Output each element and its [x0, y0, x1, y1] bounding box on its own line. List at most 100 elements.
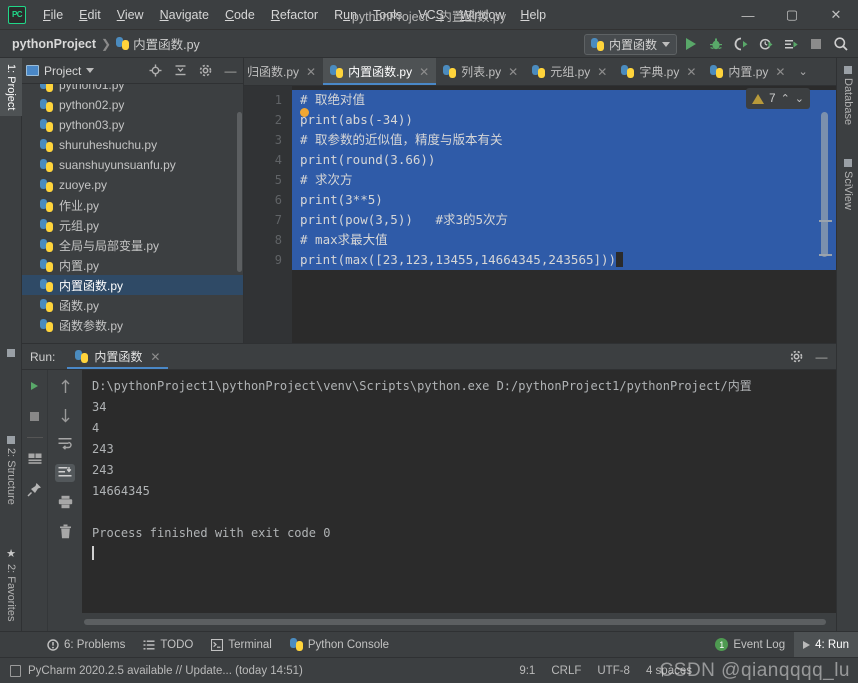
- prev-problem-chevron-up-icon[interactable]: ⌃: [781, 92, 790, 105]
- menu-navigate[interactable]: Navigate: [153, 5, 216, 25]
- editor-tab[interactable]: 列表.py ✕: [436, 58, 525, 85]
- bottom-tab-problems[interactable]: 6: Problems: [38, 632, 134, 658]
- bottom-tab-event-log[interactable]: 1 Event Log: [706, 632, 794, 658]
- tab-overflow-chevron-down-icon[interactable]: ⌄: [792, 58, 813, 85]
- minimize-button[interactable]: —: [726, 0, 770, 30]
- editor-tab[interactable]: 内置.py ✕: [703, 58, 792, 85]
- close-icon[interactable]: ✕: [306, 65, 316, 79]
- stop-button[interactable]: [25, 407, 45, 425]
- intention-bulb-icon[interactable]: [300, 108, 309, 117]
- project-file-tree[interactable]: python01.py python02.py python03.py shur…: [22, 84, 243, 343]
- sidebar-tab-database[interactable]: Database: [837, 60, 858, 131]
- menu-window[interactable]: Window: [453, 5, 511, 25]
- run-configuration-selector[interactable]: 内置函数: [584, 34, 677, 55]
- sidebar-tab-structure[interactable]: 2: Structure: [0, 430, 22, 511]
- tree-item[interactable]: 元组.py: [22, 215, 243, 235]
- run-button[interactable]: [680, 33, 702, 55]
- sidebar-tab-favorites[interactable]: ★ 2: Favorites: [0, 541, 22, 627]
- tree-item[interactable]: suanshuyunsuanfu.py: [22, 155, 243, 175]
- status-message[interactable]: PyCharm 2020.2.5 available // Update... …: [28, 665, 303, 677]
- close-icon[interactable]: ✕: [419, 65, 429, 79]
- soft-wrap-icon[interactable]: [55, 435, 75, 453]
- menu-edit[interactable]: Edit: [72, 5, 108, 25]
- tree-item[interactable]: 作业.py: [22, 195, 243, 215]
- menu-tools[interactable]: Tools: [366, 5, 409, 25]
- run-profiler-button[interactable]: [755, 33, 777, 55]
- stop-button[interactable]: [805, 33, 827, 55]
- caret-position[interactable]: 9:1: [519, 665, 535, 677]
- gear-icon[interactable]: [197, 62, 214, 79]
- tree-item[interactable]: python01.py: [22, 84, 243, 95]
- menu-vcs[interactable]: VCS: [411, 5, 451, 25]
- editor-scrollbar[interactable]: [821, 112, 828, 257]
- console-horizontal-scrollbar[interactable]: [84, 619, 826, 625]
- clear-all-trash-icon[interactable]: [55, 522, 75, 540]
- pin-tab-button[interactable]: [25, 480, 45, 498]
- menu-run[interactable]: Run: [327, 5, 364, 25]
- down-stacktrace-icon[interactable]: [55, 406, 75, 424]
- sidebar-tab-project[interactable]: 1: Project: [0, 58, 22, 116]
- tree-item[interactable]: python03.py: [22, 115, 243, 135]
- editor-error-stripe-mark[interactable]: [819, 254, 832, 256]
- run-console-output[interactable]: D:\pythonProject1\pythonProject\venv\Scr…: [82, 370, 836, 613]
- tree-item[interactable]: 函数参数.py: [22, 315, 243, 335]
- debug-button[interactable]: [705, 33, 727, 55]
- tree-item[interactable]: zuoye.py: [22, 175, 243, 195]
- inspection-widget[interactable]: 7 ⌃ ⌄: [746, 88, 810, 109]
- indent-setting[interactable]: 4 spaces: [646, 665, 692, 677]
- editor-tab[interactable]: 元组.py ✕: [525, 58, 614, 85]
- tree-item[interactable]: 函数.py: [22, 295, 243, 315]
- project-tree-scrollbar[interactable]: [237, 112, 242, 272]
- file-encoding[interactable]: UTF-8: [597, 665, 630, 677]
- sidebar-tab-sciview[interactable]: SciView: [837, 153, 858, 216]
- menu-code[interactable]: Code: [218, 5, 262, 25]
- tree-item[interactable]: python02.py: [22, 95, 243, 115]
- code-editor[interactable]: 1 2 3 4 5 6 7 8 9 # 取绝对值 print(abs(-34))…: [244, 86, 836, 343]
- editor-code-area[interactable]: # 取绝对值 print(abs(-34)) # 取参数的近似值，精度与版本有关…: [292, 86, 836, 343]
- collapse-all-icon[interactable]: [172, 62, 189, 79]
- tree-item[interactable]: 内置.py: [22, 255, 243, 275]
- close-icon[interactable]: ✕: [775, 65, 785, 79]
- bottom-tab-terminal[interactable]: Terminal: [202, 632, 280, 658]
- hide-panel-icon[interactable]: —: [222, 62, 239, 79]
- editor-error-stripe-mark[interactable]: [819, 220, 832, 222]
- breadcrumb-project[interactable]: pythonProject: [12, 37, 96, 51]
- tree-item[interactable]: 全局与局部变量.py: [22, 235, 243, 255]
- project-panel-title[interactable]: Project: [26, 64, 94, 78]
- next-problem-chevron-down-icon[interactable]: ⌄: [795, 92, 804, 105]
- up-stacktrace-icon[interactable]: [55, 377, 75, 395]
- run-with-console-button[interactable]: [780, 33, 802, 55]
- hide-panel-icon[interactable]: —: [813, 348, 830, 365]
- breadcrumb-file[interactable]: 内置函数.py: [116, 34, 200, 53]
- restore-layout-button[interactable]: [25, 450, 45, 468]
- rerun-button[interactable]: [25, 377, 45, 395]
- editor-tab[interactable]: 字典.py ✕: [614, 58, 703, 85]
- line-separator[interactable]: CRLF: [551, 665, 581, 677]
- menu-view[interactable]: View: [110, 5, 151, 25]
- menu-refactor[interactable]: Refactor: [264, 5, 325, 25]
- gear-icon[interactable]: [788, 348, 805, 365]
- run-coverage-button[interactable]: [730, 33, 752, 55]
- close-icon[interactable]: ✕: [597, 65, 607, 79]
- maximize-button[interactable]: ▢: [770, 0, 814, 30]
- close-icon[interactable]: ✕: [150, 350, 160, 364]
- close-button[interactable]: ✕: [814, 0, 858, 30]
- search-everywhere-icon[interactable]: [830, 33, 852, 55]
- editor-tab-active[interactable]: 内置函数.py ✕: [323, 58, 436, 85]
- bottom-tab-todo[interactable]: TODO: [134, 632, 202, 658]
- bottom-tab-run[interactable]: 4: Run: [794, 632, 858, 658]
- scroll-to-end-icon[interactable]: [55, 464, 75, 482]
- run-window-label: Run:: [30, 350, 55, 364]
- tree-item[interactable]: shuruheshuchu.py: [22, 135, 243, 155]
- scroll-from-source-icon[interactable]: [147, 62, 164, 79]
- close-icon[interactable]: ✕: [686, 65, 696, 79]
- print-icon[interactable]: [55, 493, 75, 511]
- close-icon[interactable]: ✕: [508, 65, 518, 79]
- editor-tab[interactable]: 归函数.py ✕: [244, 58, 323, 85]
- bottom-tab-python-console[interactable]: Python Console: [281, 632, 398, 658]
- menu-file[interactable]: File: [36, 5, 70, 25]
- notification-icon[interactable]: [10, 665, 21, 677]
- menu-help[interactable]: Help: [513, 5, 553, 25]
- run-tab-active[interactable]: 内置函数 ✕: [67, 344, 168, 369]
- tree-item-selected[interactable]: 内置函数.py: [22, 275, 243, 295]
